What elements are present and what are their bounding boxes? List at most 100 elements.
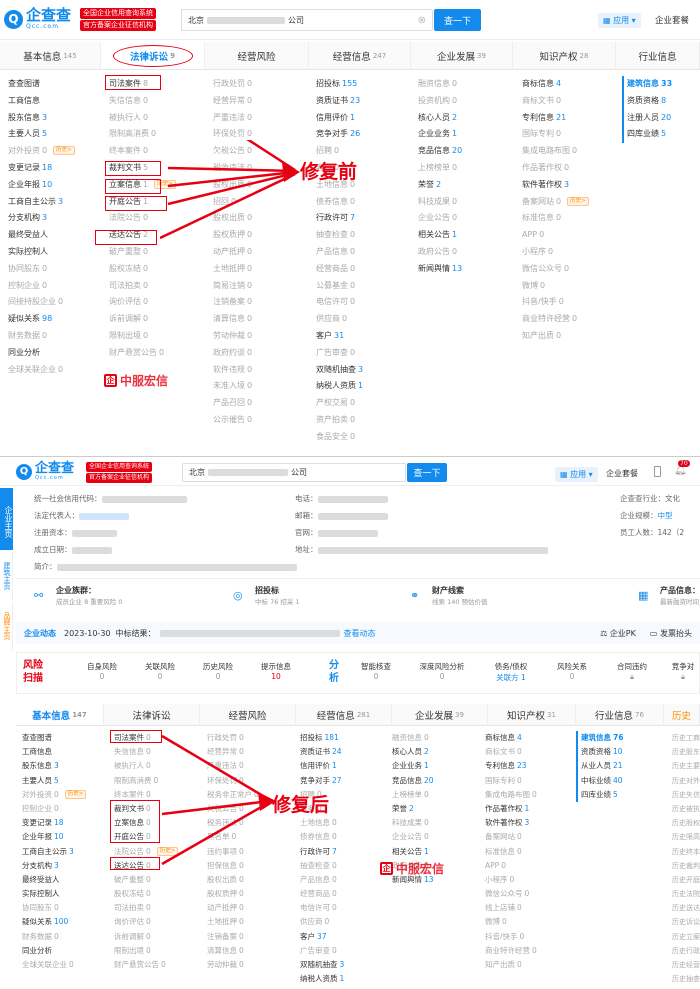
history-tag[interactable]: 历史> [53,146,75,156]
list-item[interactable]: 工商自主公示 3 [22,845,107,859]
list-item[interactable]: 商标信息 4 [522,76,617,93]
list-item[interactable]: 对外投资 0 历史> [22,788,107,802]
list-item[interactable]: 司法拍卖 0 [114,901,199,915]
list-item[interactable]: 知产出质 0 [485,958,570,972]
side-tab-company[interactable]: 企业主页 [0,488,13,550]
list-item[interactable]: 劳动仲裁 0 [213,328,308,345]
list-item[interactable]: 科技成果 0 [418,194,513,211]
list-item[interactable]: 资产拍卖 0 [316,412,411,429]
list-item[interactable]: 简易注销 0 [213,278,308,295]
list-item[interactable]: 工商信息 [22,745,107,759]
package-link[interactable]: 企业套餐 [655,14,689,26]
list-item[interactable]: 政府公告 0 [418,244,513,261]
tab-operation-risk[interactable]: 经营风险 [200,704,296,725]
invoice-button[interactable]: ▭ 发票抬头 [650,628,692,639]
list-item[interactable]: 客户 37 [300,930,385,944]
list-item[interactable]: 历史工商 [672,731,700,745]
app-menu-button[interactable]: ▦ 应用 ▾ [555,467,598,482]
list-item[interactable]: 失信信息 0 [109,93,204,110]
list-item[interactable]: 财产悬赏公告 0 [109,345,204,362]
list-item[interactable]: 土地抵押 0 [207,915,292,929]
list-item[interactable]: 企业年报 10 [22,830,107,844]
list-item[interactable]: 中标业绩 40 [581,774,660,788]
list-item[interactable]: 严重违法 0 [213,110,308,127]
risk-self[interactable]: 自身风险 0 [77,661,127,681]
list-item[interactable]: 股权冻结 0 [114,887,199,901]
list-item[interactable]: 劳动仲裁 0 [207,958,292,972]
list-item[interactable]: 抽查检查 0 [316,227,411,244]
list-item[interactable]: 主要人员 5 [8,126,103,143]
list-item[interactable]: 注销备案 0 [213,294,308,311]
list-item[interactable]: 小程序 0 [522,244,617,261]
list-item[interactable]: 双随机抽查 3 [300,958,385,972]
risk-history[interactable]: 历史风险 0 [193,661,243,681]
history-tag[interactable]: 历史> [567,196,589,206]
search-button[interactable]: 查一下 [434,9,481,31]
list-item[interactable]: 资质资格 8 [627,93,700,110]
tab-business-info[interactable]: 经营信息 281 [296,704,392,725]
tab-development[interactable]: 企业发展 39 [411,42,513,69]
list-item[interactable]: 查查图谱 [8,76,103,93]
list-item[interactable]: 荣誉 2 [418,177,513,194]
analysis-relations[interactable]: 风险关系 0 [547,661,597,681]
list-item[interactable]: 建筑信息 33 [627,76,700,93]
tab-industry[interactable]: 行业信息 [616,42,700,69]
app-menu-button[interactable]: ▦ 应用 ▾ [598,13,641,28]
list-item[interactable]: 实际控制人 [22,887,107,901]
list-item[interactable]: 双随机抽查 3 [316,362,411,379]
list-item[interactable]: 历史经营 [672,958,700,972]
list-item[interactable]: 清算信息 0 [213,311,308,328]
list-item[interactable]: 变更记录 18 [22,816,107,830]
list-item[interactable]: 对外投资 0 历史> [8,143,103,160]
list-item[interactable]: 历史主要 [672,759,700,773]
phone-icon[interactable] [654,466,661,477]
card-group[interactable]: ⚯ 企业族群： 成员企业 8 重要风险 0 [34,585,122,606]
list-item[interactable]: 动产抵押 0 [207,901,292,915]
list-item[interactable]: 备案网站 0 历史> [522,194,617,211]
qcc-logo[interactable]: Q 企查查 Qcc.com [16,462,74,481]
list-item[interactable]: 建筑信息 76 [581,731,660,745]
list-item[interactable]: 历史行政 [672,944,700,958]
list-item[interactable]: 资质资格 10 [581,745,660,759]
list-item[interactable]: 企业业务 1 [418,126,513,143]
list-item[interactable]: 从业人员 21 [581,759,660,773]
tab-operation-risk[interactable]: 经营风险 [205,42,309,69]
analysis-debt[interactable]: 债务/债权 关联方 1 [483,661,539,683]
list-item[interactable]: 广告审查 0 [300,944,385,958]
list-item[interactable]: 上榜榜单 0 [392,788,477,802]
list-item[interactable]: 土地抵押 0 [213,261,308,278]
analysis-contract[interactable]: 合同违约 🔒︎ [607,661,657,682]
card-bidding[interactable]: ◎ 招投标 中标 76 招采 1 [233,585,300,606]
list-item[interactable]: 股权冻结 0 [109,261,204,278]
list-item[interactable]: 历史终本 [672,845,700,859]
list-item[interactable]: 投资机构 0 [418,93,513,110]
list-item[interactable]: 产权交易 0 [316,395,411,412]
list-item[interactable]: 司法拍卖 0 [109,278,204,295]
list-item[interactable]: 软件著作权 3 [522,177,617,194]
list-item[interactable]: 财产悬赏公告 0 [114,958,199,972]
list-item[interactable]: 限制出境 0 [109,328,204,345]
tab-basic-info[interactable]: 基本信息 145 [0,42,101,69]
list-item[interactable]: 微信公众号 0 [485,887,570,901]
list-item[interactable]: 历史股东 [672,745,700,759]
list-item[interactable]: 电信许可 0 [300,901,385,915]
list-item[interactable]: 行政许可 7 [300,845,385,859]
list-item[interactable]: 相关公告 1 [418,227,513,244]
list-item[interactable]: 抖音/快手 0 [522,294,617,311]
list-item[interactable]: 股权质押 0 [207,887,292,901]
list-item[interactable]: 相关公告 1 [392,845,477,859]
list-item[interactable]: 融资信息 0 [392,731,477,745]
list-item[interactable]: 工商信息 [8,93,103,110]
list-item[interactable]: 行政许可 7 [316,210,411,227]
list-item[interactable]: 政府约谈 0 [213,345,308,362]
list-item[interactable]: 全球关联企业 0 [22,958,107,972]
risk-related[interactable]: 关联风险 0 [135,661,185,681]
tab-ip[interactable]: 知识产权 28 [513,42,616,69]
list-item[interactable]: 标准信息 0 [522,210,617,227]
list-item[interactable]: 公募基金 0 [316,278,411,295]
list-item[interactable]: 专利信息 21 [522,110,617,127]
list-item[interactable]: 核心人员 2 [392,745,477,759]
list-item[interactable]: 招投标 155 [316,76,411,93]
list-item[interactable]: 查查图谱 [22,731,107,745]
list-item[interactable]: 历史法院 [672,887,700,901]
